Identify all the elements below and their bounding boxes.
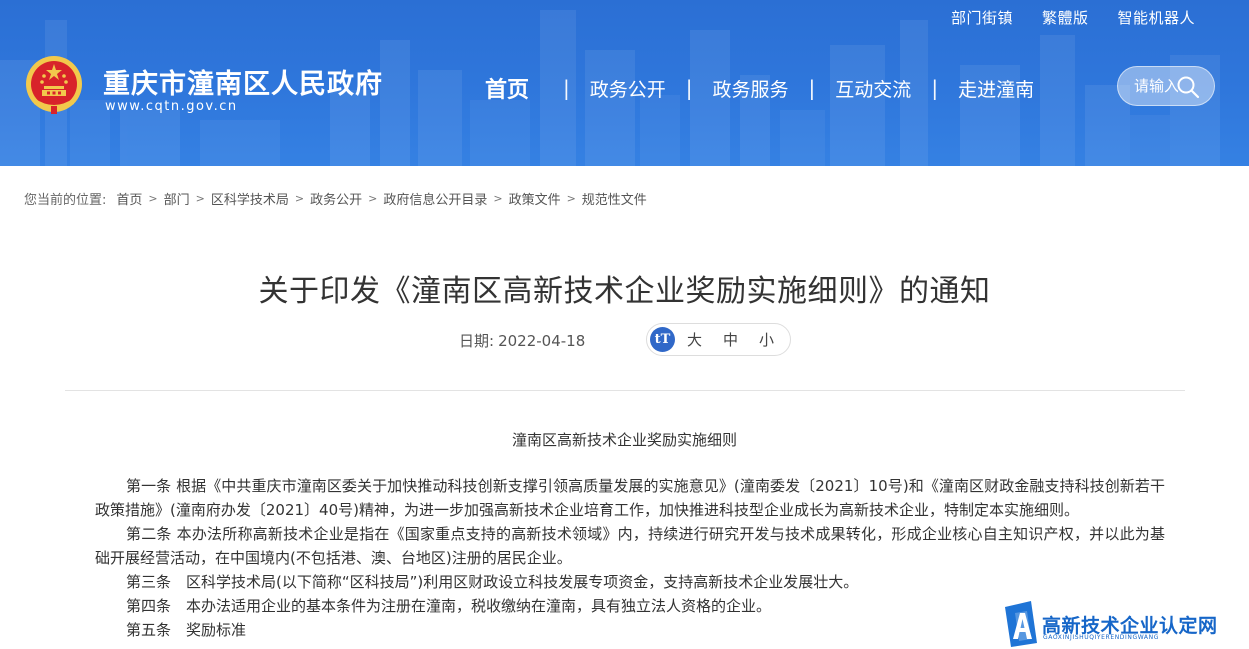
watermark-logo-icon (1005, 601, 1037, 647)
breadcrumb-item-home[interactable]: 首页 (116, 189, 142, 208)
nav-home[interactable]: 首页 (485, 72, 529, 104)
site-url: www.cqtn.gov.cn (105, 99, 238, 114)
font-size-small-button[interactable]: 小 (759, 329, 774, 350)
font-size-large-button[interactable]: 大 (687, 329, 702, 350)
watermark-subtext: GAOXINJISHUQIYERENDINGWANG (1043, 634, 1159, 641)
breadcrumb-arrow-icon: > (566, 192, 576, 205)
breadcrumb-item-normative-documents[interactable]: 规范性文件 (582, 189, 647, 208)
top-link-smart-robot[interactable]: 智能机器人 (1117, 7, 1195, 28)
breadcrumb-prefix: 您当前的位置: (24, 193, 107, 208)
font-size-icon: tT (650, 327, 675, 352)
top-link-traditional-chinese[interactable]: 繁體版 (1042, 7, 1089, 28)
national-emblem-icon[interactable] (24, 54, 84, 116)
search-box (1117, 66, 1215, 106)
breadcrumb-arrow-icon: > (294, 192, 305, 205)
breadcrumb-arrow-icon: > (493, 192, 503, 205)
nav-separator: | (931, 76, 939, 100)
nav-government-services[interactable]: 政务服务 (713, 75, 789, 102)
watermark: 高新技术企业认定网 GAOXINJISHUQIYERENDINGWANG (1001, 599, 1249, 649)
nav-separator: | (563, 76, 570, 100)
nav-separator: | (685, 76, 693, 100)
nav-interaction[interactable]: 互动交流 (835, 75, 911, 102)
breadcrumb-item-government-affairs[interactable]: 政务公开 (310, 189, 362, 208)
document-heading: 潼南区高新技术企业奖励实施细则 (511, 431, 737, 449)
breadcrumb-arrow-icon: > (148, 192, 158, 205)
article-title: 关于印发《潼南区高新技术企业奖励实施细则》的通知 (258, 274, 991, 309)
article-paragraph-1: 第一条 根据《中共重庆市潼南区委关于加快推动科技创新支撑引领高质量发展的实施意见… (95, 477, 1165, 519)
top-links: 部门街镇 繁體版 智能机器人 (951, 7, 1195, 28)
main-navigation: 首页 | 政务公开 | 政务服务 | 互动交流 | 走进潼南 (485, 72, 1034, 104)
site-title[interactable]: 重庆市潼南区人民政府 (103, 62, 383, 101)
publish-date: 2022-04-18 (498, 331, 586, 350)
title-divider (65, 390, 1185, 391)
breadcrumb-item-departments[interactable]: 部门 (164, 189, 190, 208)
breadcrumb-item-policy-documents[interactable]: 政策文件 (509, 189, 561, 208)
nav-separator: | (808, 76, 816, 100)
search-icon[interactable] (1176, 75, 1200, 99)
article-paragraph-3: 第三条 区科学技术局(以下简称“区科技局”)利用区财政设立科技发展专项资金，支持… (126, 573, 859, 591)
nav-about-tongnan[interactable]: 走进潼南 (958, 75, 1034, 102)
breadcrumb-arrow-icon: > (195, 192, 205, 205)
article-meta: 日期: 2022-04-18 (459, 330, 585, 351)
nav-government-affairs-disclosure[interactable]: 政务公开 (590, 75, 666, 102)
font-size-switcher: tT 大 中 小 (646, 323, 791, 356)
breadcrumb-item-science-bureau[interactable]: 区科学技术局 (211, 189, 289, 208)
date-label: 日期: (459, 332, 495, 350)
breadcrumb-item-info-catalog[interactable]: 政府信息公开目录 (383, 189, 487, 208)
top-link-departments[interactable]: 部门街镇 (951, 7, 1013, 28)
breadcrumb-arrow-icon: > (368, 192, 378, 205)
search-input[interactable] (1134, 77, 1178, 95)
font-size-medium-button[interactable]: 中 (723, 329, 738, 350)
site-header: 部门街镇 繁體版 智能机器人 重庆市潼南区人民政府 www.cqtn.gov.c… (0, 0, 1249, 166)
breadcrumb: 您当前的位置: 首页 > 部门 > 区科学技术局 > 政务公开 > 政府信息公开… (24, 189, 647, 208)
article-paragraph-2: 第二条 本办法所称高新技术企业是指在《国家重点支持的高新技术领域》内，持续进行研… (95, 525, 1165, 567)
